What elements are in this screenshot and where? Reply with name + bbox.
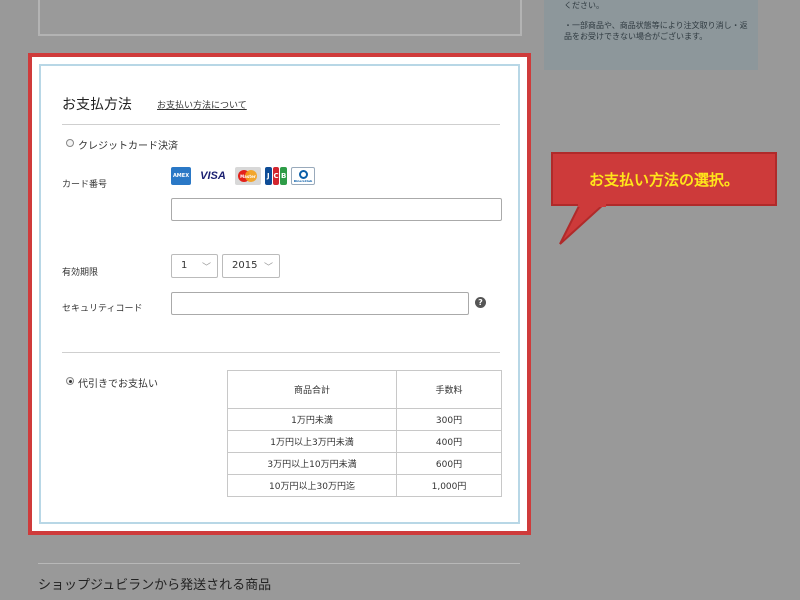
table-row: 1万円以上3万円未満 400円 [227, 430, 502, 453]
shipping-section-title: ショップジュビランから発送される商品 [38, 578, 272, 593]
mastercard-logo: Master [235, 167, 261, 185]
payment-highlight-frame: お支払方法 お支払い方法について クレジットカード決済 カード番号 AMEX V… [28, 53, 531, 535]
security-code-label: セキュリティコード [62, 304, 143, 314]
divider [62, 124, 500, 125]
chevron-down-icon: ﹀ [201, 263, 211, 273]
table-row: 1万円未満 300円 [227, 408, 502, 431]
subtotal-cell: 1万円以上3万円未満 [227, 430, 397, 453]
cod-fee-table: 商品合計 手数料 1万円未満 300円 1万円以上3万円未満 400円 3万円以… [227, 370, 502, 497]
chevron-down-icon: ﹀ [263, 263, 273, 273]
subtotal-cell: 10万円以上30万円迄 [227, 474, 397, 497]
annotation-callout: お支払い方法の選択。 [551, 152, 777, 206]
visa-logo: VISA [200, 170, 226, 182]
expiry-label: 有効期限 [62, 268, 99, 278]
subtotal-cell: 3万円以上10万円未満 [227, 452, 397, 475]
previous-section-box [38, 0, 522, 36]
header-subtotal: 商品合計 [227, 370, 397, 409]
expiry-month-value: 1 [181, 260, 188, 271]
table-row: 3万円以上10万円未満 600円 [227, 452, 502, 475]
subtotal-cell: 1万円未満 [227, 408, 397, 431]
expiry-year-select[interactable]: 2015 ﹀ [222, 254, 280, 278]
fee-cell: 300円 [396, 408, 502, 431]
callout-tail [559, 204, 606, 245]
callout-text: お支払い方法の選択。 [588, 170, 739, 189]
fee-cell: 1,000円 [396, 474, 502, 497]
security-code-input[interactable] [171, 292, 469, 315]
expiry-month-select[interactable]: 1 ﹀ [171, 254, 218, 278]
cod-option-label[interactable]: 代引きでお支払い [78, 375, 158, 390]
payment-method-panel: お支払方法 お支払い方法について クレジットカード決済 カード番号 AMEX V… [39, 64, 520, 524]
header-fee: 手数料 [396, 370, 502, 409]
table-row: 10万円以上30万円迄 1,000円 [227, 474, 502, 497]
expiry-year-value: 2015 [232, 260, 258, 271]
fee-cell: 600円 [396, 452, 502, 475]
credit-card-option-label[interactable]: クレジットカード決済 [78, 137, 178, 152]
divider [38, 563, 520, 564]
payment-title: お支払方法 [62, 97, 132, 113]
fee-cell: 400円 [396, 430, 502, 453]
amex-logo: AMEX [171, 167, 191, 185]
diners-logo: DinersClub [291, 167, 315, 185]
divider [62, 352, 500, 353]
cod-radio[interactable] [66, 377, 74, 385]
sidebar-note-line2: ・一部商品や、商品状態等により注文取り消し・返品をお受けできない場合がございます… [564, 21, 748, 41]
help-icon[interactable]: ? [475, 297, 486, 308]
table-header-row: 商品合計 手数料 [227, 370, 502, 409]
card-number-input[interactable] [171, 198, 502, 221]
credit-card-radio[interactable] [66, 139, 74, 147]
payment-info-link[interactable]: お支払い方法について [157, 98, 247, 111]
jcb-logo: J C B [265, 167, 288, 185]
sidebar-note-line1: ください。 [564, 1, 604, 10]
card-brand-logos: AMEX VISA Master J C B DinersClub [171, 166, 315, 186]
card-number-label: カード番号 [62, 180, 108, 190]
sidebar-note-box: ください。 ・一部商品や、商品状態等により注文取り消し・返品をお受けできない場合… [544, 0, 758, 70]
